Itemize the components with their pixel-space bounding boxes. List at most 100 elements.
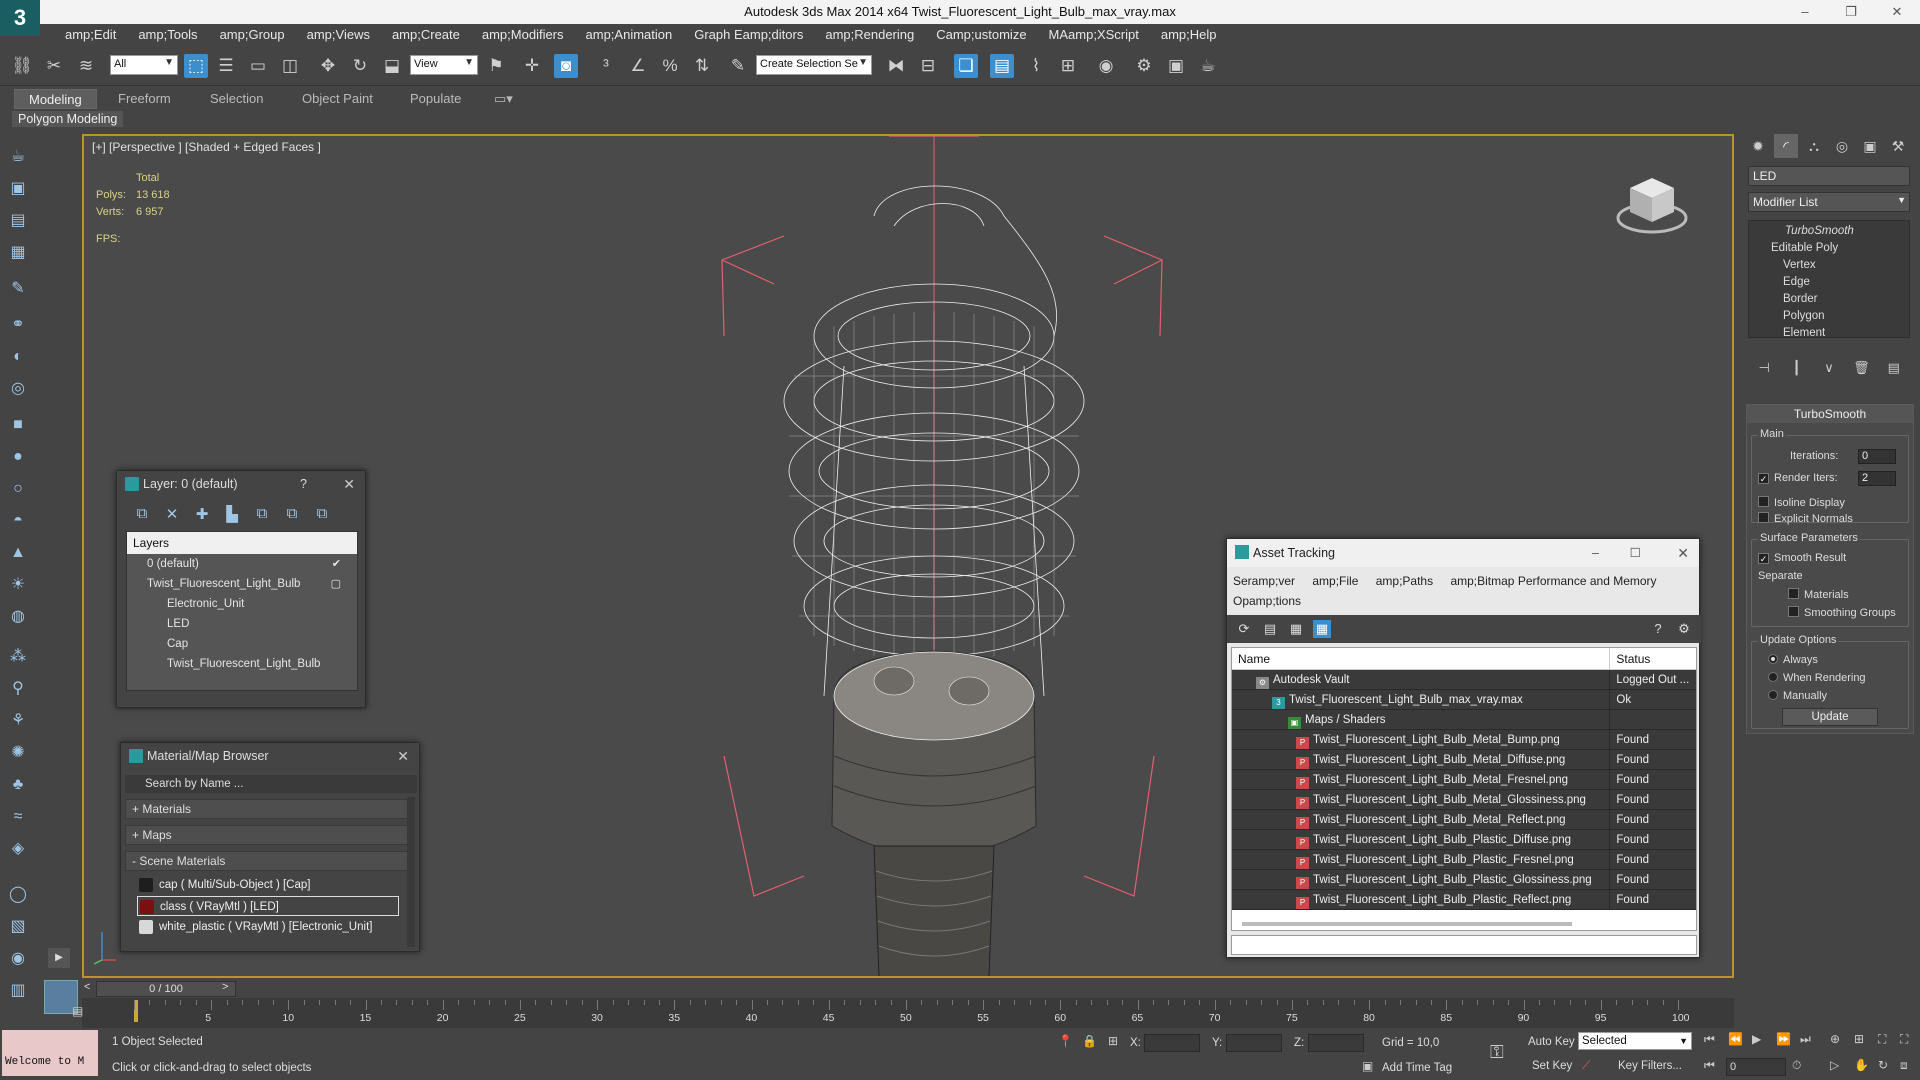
zoom-extents-icon[interactable]: ⛶	[1878, 1032, 1886, 1047]
menu-bitmap-performance[interactable]: amp;Bitmap Performance and Memory	[1450, 574, 1656, 588]
material-item[interactable]: class ( VRayMtl ) [LED]	[137, 896, 399, 916]
select-in-layer-icon[interactable]: ▙	[221, 505, 243, 523]
separate-smoothing-groups-option[interactable]: Smoothing Groups	[1788, 606, 1896, 619]
rotate-icon[interactable]: ↻	[348, 54, 372, 78]
table-row[interactable]: P Twist_Fluorescent_Light_Bulb_Metal_Fres…	[1232, 770, 1696, 790]
sun-icon[interactable]: ☀	[7, 574, 29, 596]
camera-icon[interactable]: ◎	[7, 378, 29, 400]
spinner-snap-icon[interactable]: ⇅	[690, 54, 714, 78]
list-view-icon[interactable]: ▤	[1261, 620, 1279, 638]
hair-icon[interactable]: ≈	[7, 806, 29, 828]
table-view-icon[interactable]: ▦	[1313, 620, 1331, 638]
create-layer-icon[interactable]: ⧉	[131, 505, 153, 523]
menu-edit[interactable]: amp;Edit	[54, 24, 127, 46]
curve-editor-icon[interactable]: ⌇	[1024, 54, 1048, 78]
goto-start-icon[interactable]: ⏮	[1704, 1032, 1715, 1047]
time-slider-thumb[interactable]: 0 / 100	[96, 981, 236, 997]
tab-populate[interactable]: Populate	[396, 89, 475, 109]
layer-row[interactable]: Cap	[127, 634, 357, 654]
table-row[interactable]: 3 Twist_Fluorescent_Light_Bulb_max_vray.m…	[1232, 690, 1696, 710]
key-mode-dropdown[interactable]: Selected ▼	[1578, 1032, 1692, 1050]
polygon-modeling-panel[interactable]: Polygon Modeling	[12, 111, 124, 127]
material-item[interactable]: cap ( Multi/Sub-Object ) [Cap]	[137, 875, 399, 895]
zoom-extents-all-icon[interactable]: ⛶	[1900, 1032, 1908, 1047]
menu-graph-editors[interactable]: Graph Eamp;ditors	[683, 24, 814, 46]
menu-help[interactable]: amp;Help	[1150, 24, 1228, 46]
table-row[interactable]: P Twist_Fluorescent_Light_Bulb_Plastic_Gl…	[1232, 870, 1696, 890]
update-when-rendering-radio[interactable]: When Rendering	[1768, 672, 1866, 684]
cone-icon[interactable]: ▲	[7, 542, 29, 564]
layer-row[interactable]: Twist_Fluorescent_Light_Bulb ▢	[127, 574, 357, 594]
plant-icon[interactable]: ♣	[7, 774, 29, 796]
helper-icon[interactable]: ⚘	[7, 710, 29, 732]
menu-server[interactable]: Seramp;ver	[1233, 574, 1295, 588]
percent-snap-icon[interactable]: %	[658, 54, 682, 78]
render-iters-option[interactable]: ✓ Render Iters:	[1758, 472, 1838, 484]
menu-paths[interactable]: amp;Paths	[1376, 574, 1433, 588]
stack-item-edge[interactable]: Edge	[1749, 276, 1909, 293]
column-name-header[interactable]: Name	[1232, 648, 1611, 669]
layer-row[interactable]: Twist_Fluorescent_Light_Bulb	[127, 654, 357, 674]
orbit-icon[interactable]: ↻	[1878, 1058, 1888, 1072]
app-logo-icon[interactable]: 3	[0, 0, 40, 36]
menu-create[interactable]: amp;Create	[381, 24, 471, 46]
window-crossing-icon[interactable]: ◫	[278, 54, 302, 78]
mask-icon[interactable]: ◉	[7, 948, 29, 970]
maps-section[interactable]: + Maps	[125, 825, 411, 845]
hierarchy-tab-icon[interactable]: ⛬	[1802, 134, 1826, 158]
delete-layer-icon[interactable]: ✕	[161, 505, 183, 523]
material-editor-icon[interactable]: ◉	[1094, 54, 1118, 78]
menu-animation[interactable]: amp;Animation	[575, 24, 684, 46]
update-manually-radio[interactable]: Manually	[1768, 690, 1827, 702]
magnet-icon[interactable]: ◐	[7, 346, 29, 368]
close-button[interactable]: ✕	[343, 471, 355, 497]
graphite-modeling-tools-icon[interactable]: ▤	[990, 54, 1014, 78]
pan-view-icon[interactable]: ✋	[1854, 1058, 1869, 1072]
freeze-all-icon[interactable]: ⧉	[311, 505, 333, 523]
time-configuration-icon[interactable]: ⏱	[1792, 1058, 1801, 1073]
display-tab-icon[interactable]: ▣	[1858, 134, 1882, 158]
link-icon[interactable]: ⚭	[7, 314, 29, 336]
help-icon[interactable]: ?	[1649, 620, 1667, 638]
current-layer-check-icon[interactable]: ✔	[332, 554, 341, 574]
isoline-display-option[interactable]: Isoline Display	[1758, 496, 1845, 509]
zoom-all-icon[interactable]: ⊞	[1854, 1032, 1864, 1046]
document-icon[interactable]: ▤	[7, 210, 29, 232]
material-search-input[interactable]: Search by Name ...	[125, 775, 417, 793]
menu-group[interactable]: amp;Group	[209, 24, 296, 46]
asset-tracking-titlebar[interactable]: Asset Tracking – ☐ ✕	[1227, 539, 1699, 567]
highlight-layer-icon[interactable]: ⧉	[251, 505, 273, 523]
layer-toggle-icon[interactable]: ▢	[331, 574, 341, 594]
stack-item-vertex[interactable]: Vertex	[1749, 259, 1909, 276]
grid-icon[interactable]: ▦	[7, 242, 29, 264]
globe-icon[interactable]: ◯	[7, 884, 29, 906]
tab-selection[interactable]: Selection	[196, 89, 277, 109]
z-coordinate-field[interactable]	[1308, 1034, 1364, 1052]
tab-freeform[interactable]: Freeform	[104, 89, 185, 109]
utilities-tab-icon[interactable]: ⚒	[1886, 134, 1910, 158]
select-object-icon[interactable]: ⬚	[184, 54, 208, 78]
table-row[interactable]: ▣ Maps / Shaders	[1232, 710, 1696, 730]
time-slider[interactable]: < 0 / 100 >	[82, 980, 1734, 998]
maxscript-listener[interactable]: Welcome to M	[2, 1030, 98, 1076]
horizontal-scrollbar[interactable]	[1242, 922, 1572, 926]
configure-sets-icon[interactable]: ▤	[1883, 360, 1905, 382]
track-bar-toggle-icon[interactable]: ▤	[72, 1004, 83, 1018]
current-frame-field[interactable]: 0	[1726, 1058, 1786, 1076]
zoom-icon[interactable]: ⊕	[1830, 1032, 1840, 1046]
key-mode-toggle-icon[interactable]: ⏮	[1704, 1058, 1715, 1073]
material-browser-titlebar[interactable]: Material/Map Browser ✕	[121, 743, 419, 769]
menu-customize[interactable]: Camp;ustomize	[925, 24, 1037, 46]
smooth-result-option[interactable]: ✓ Smooth Result	[1758, 552, 1846, 564]
script-icon[interactable]: ▥	[7, 980, 29, 1002]
y-coordinate-field[interactable]	[1226, 1034, 1282, 1052]
asset-path-field[interactable]	[1231, 935, 1697, 955]
key-filters-button[interactable]: Key Filters...	[1618, 1060, 1682, 1072]
mirror-icon[interactable]: ⧓	[884, 54, 908, 78]
goto-end-icon[interactable]: ⏭	[1800, 1032, 1811, 1047]
viewcube-icon[interactable]	[1612, 166, 1692, 246]
maximize-button[interactable]: ☐	[1630, 539, 1641, 567]
time-tag-icon[interactable]: ▣	[1362, 1059, 1373, 1073]
restore-button[interactable]: ❐	[1828, 0, 1874, 24]
particles-icon[interactable]: ⁂	[7, 646, 29, 668]
